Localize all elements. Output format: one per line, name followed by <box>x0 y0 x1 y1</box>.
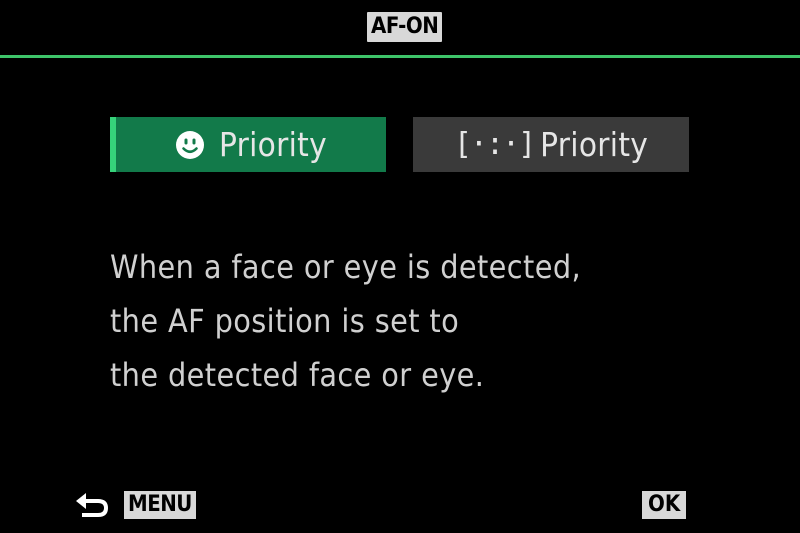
face-priority-label: Priority <box>219 125 327 164</box>
af-area-priority-label: Priority <box>540 125 649 164</box>
screen-title-badge: AF-ON <box>367 12 443 42</box>
description-line: the detected face or eye. <box>110 356 485 394</box>
menu-button[interactable]: MENU <box>124 491 196 519</box>
af-area-priority-option[interactable]: [·:·] Priority <box>413 117 689 172</box>
footer-bar: MENU OK <box>0 478 800 533</box>
af-area-icon: [·:·] <box>453 127 536 162</box>
header-divider <box>0 55 800 58</box>
description-line: When a face or eye is detected, <box>110 248 582 286</box>
option-description: When a face or eye is detected, the AF p… <box>110 240 730 402</box>
face-priority-option[interactable]: Priority <box>110 117 386 172</box>
description-line: the AF position is set to <box>110 302 460 340</box>
header-bar: AF-ON <box>0 0 800 58</box>
face-icon <box>176 130 204 159</box>
ok-button[interactable]: OK <box>642 491 687 519</box>
return-arrow-icon[interactable] <box>72 487 112 523</box>
